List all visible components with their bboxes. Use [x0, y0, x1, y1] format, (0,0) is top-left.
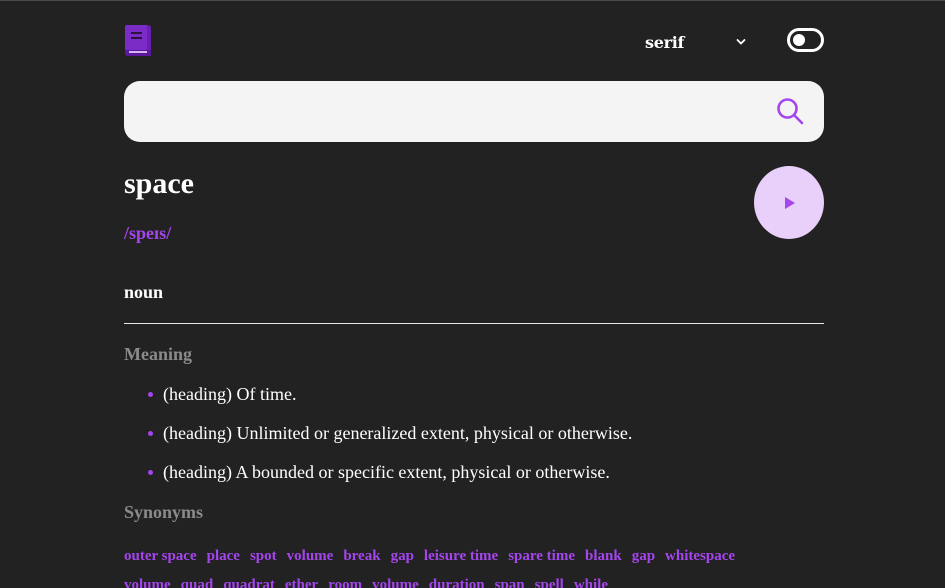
font-select[interactable]: serif	[645, 31, 747, 53]
divider	[124, 323, 824, 324]
synonym-link[interactable]: outer space	[124, 542, 197, 570]
synonym-link[interactable]: whitespace	[665, 542, 735, 570]
bullet-icon	[148, 392, 153, 397]
phonetic-text: /speɪs/	[124, 223, 172, 243]
synonym-link[interactable]: volume	[287, 542, 334, 570]
synonym-link[interactable]: quad	[181, 571, 214, 588]
synonym-link[interactable]: place	[207, 542, 240, 570]
synonym-link[interactable]: gap	[632, 542, 655, 570]
synonym-link[interactable]: ether	[285, 571, 318, 588]
synonym-link[interactable]: spare time	[508, 542, 575, 570]
bullet-icon	[148, 470, 153, 475]
synonyms-heading: Synonyms	[124, 502, 204, 522]
synonym-link[interactable]: quadrat	[223, 571, 275, 588]
dictionary-app: serif space /speɪs/ noun Meaning (headin…	[0, 0, 945, 588]
play-icon	[785, 197, 795, 209]
book-icon[interactable]	[124, 24, 152, 57]
synonym-link[interactable]: while	[574, 571, 608, 588]
synonym-link[interactable]: spell	[535, 571, 564, 588]
synonym-link[interactable]: room	[328, 571, 362, 588]
bullet-icon	[148, 431, 153, 436]
meaning-list: (heading) Of time. (heading) Unlimited o…	[148, 379, 824, 496]
synonym-link[interactable]: spot	[250, 542, 277, 570]
synonym-link[interactable]: duration	[429, 571, 485, 588]
meaning-heading: Meaning	[124, 344, 193, 364]
synonym-list: outer space place spot volume break gap leisur…	[124, 541, 824, 588]
search-input[interactable]	[148, 81, 772, 144]
theme-toggle[interactable]	[787, 28, 824, 52]
meaning-item: (heading) Unlimited or generalized exten…	[148, 418, 824, 457]
play-pronunciation-button[interactable]	[754, 166, 824, 239]
meaning-text: (heading) Unlimited or generalized exten…	[163, 423, 633, 443]
word-title: space	[124, 167, 194, 200]
synonym-link[interactable]: volume	[124, 571, 171, 588]
synonym-link[interactable]: span	[495, 571, 525, 588]
search-bar	[124, 81, 824, 144]
synonym-link[interactable]: blank	[585, 542, 622, 570]
search-icon[interactable]	[776, 97, 804, 125]
part-of-speech: noun	[124, 282, 164, 302]
meaning-text: (heading) Of time.	[163, 384, 297, 404]
meaning-item: (heading) Of time.	[148, 379, 824, 418]
synonym-link[interactable]: gap	[391, 542, 414, 570]
synonym-link[interactable]: break	[343, 542, 380, 570]
meaning-text: (heading) A bounded or specific extent, …	[163, 462, 610, 482]
chevron-down-icon	[736, 39, 746, 45]
synonym-link[interactable]: volume	[372, 571, 419, 588]
font-select-value: serif	[645, 32, 685, 52]
meaning-item: (heading) A bounded or specific extent, …	[148, 457, 824, 496]
synonym-link[interactable]: leisure time	[424, 542, 498, 570]
